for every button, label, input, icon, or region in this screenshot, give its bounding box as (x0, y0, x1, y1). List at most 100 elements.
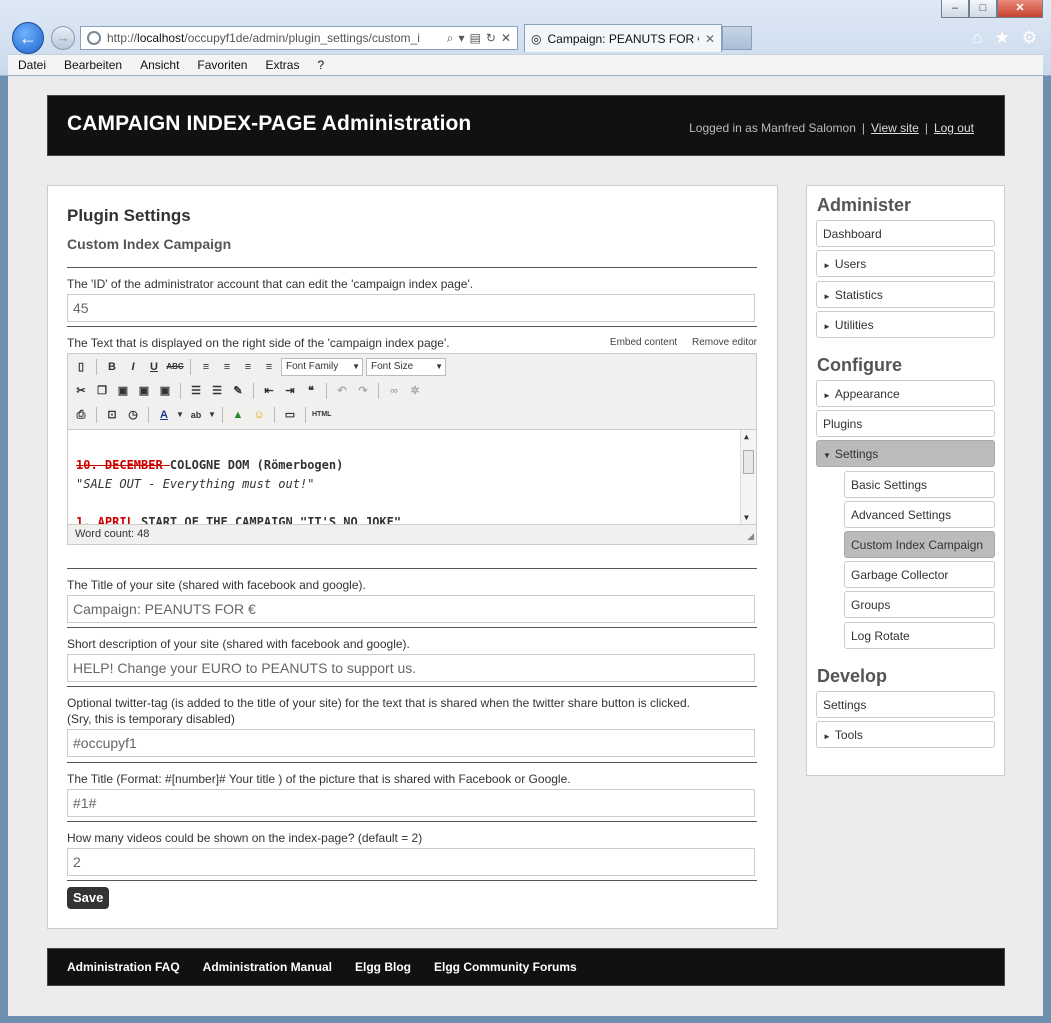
paste-text-icon[interactable]: ▣ (135, 382, 153, 400)
picture-title-input[interactable]: #1# (67, 789, 755, 817)
align-center-icon[interactable]: ≡ (218, 358, 236, 376)
expand-arrow-icon: ► (823, 732, 831, 741)
menu-favoriten[interactable]: Favoriten (187, 58, 255, 72)
view-site-link[interactable]: View site (871, 121, 919, 135)
sidebar-item-groups[interactable]: Groups (844, 591, 995, 618)
link-icon[interactable]: ∞ (385, 382, 403, 400)
editor-content[interactable]: 10. DECEMBER COLOGNE DOM (Römerbogen) "S… (68, 429, 756, 525)
log-out-link[interactable]: Log out (934, 121, 974, 135)
sidebar-item-tools[interactable]: ► Tools (816, 721, 995, 748)
emoticon-icon[interactable]: ☺ (250, 406, 268, 424)
sidebar-item-utilities[interactable]: ► Utilities (816, 311, 995, 338)
sidebar-item-plugins[interactable]: Plugins (816, 410, 995, 437)
resize-handle-icon[interactable]: ◢ (747, 531, 754, 542)
footer-link-admin-faq[interactable]: Administration FAQ (67, 960, 180, 974)
short-description-input[interactable]: HELP! Change your EURO to PEANUTS to sup… (67, 654, 755, 682)
back-button[interactable]: ← (12, 22, 44, 54)
text-color-icon[interactable]: A (155, 406, 173, 424)
editor-date-1: 10. DECEMBER (76, 458, 170, 472)
find-icon[interactable]: ⊡ (103, 406, 121, 424)
favorites-star-icon[interactable]: ★ (995, 28, 1010, 48)
bullet-list-icon[interactable]: ☰ (187, 382, 205, 400)
image-icon[interactable]: ▲ (229, 406, 247, 424)
menu-extras[interactable]: Extras (255, 58, 307, 72)
compat-icon[interactable]: ▤ (470, 31, 481, 46)
html-source-icon[interactable]: HTML (312, 406, 331, 424)
unlink-icon[interactable]: ✲ (406, 382, 424, 400)
new-tab-button[interactable] (722, 26, 752, 50)
paste-icon[interactable]: ▣ (114, 382, 132, 400)
highlight-color-icon[interactable]: ab (187, 406, 205, 424)
sidebar-item-basic-settings[interactable]: Basic Settings (844, 471, 995, 498)
chevron-down-icon[interactable]: ▼ (176, 406, 184, 424)
embed-content-link[interactable]: Embed content (610, 337, 677, 348)
outdent-icon[interactable]: ⇤ (260, 382, 278, 400)
sidebar-item-settings[interactable]: ▼ Settings (816, 440, 995, 467)
undo-icon[interactable]: ↶ (333, 382, 351, 400)
menu-ansicht[interactable]: Ansicht (130, 58, 187, 72)
sidebar-item-custom-index-campaign[interactable]: Custom Index Campaign (844, 531, 995, 558)
indent-icon[interactable]: ⇥ (281, 382, 299, 400)
dropdown-icon[interactable]: ▾ (459, 31, 465, 46)
stop-icon[interactable]: ✕ (501, 31, 511, 46)
sidebar-item-users[interactable]: ► Users (816, 250, 995, 277)
print-icon[interactable]: ⎙ (72, 406, 90, 424)
close-window-button[interactable]: ✕ (997, 0, 1043, 18)
clock-icon[interactable]: ◷ (124, 406, 142, 424)
font-size-select[interactable]: Font Size ▼ (366, 358, 446, 376)
forward-button[interactable]: → (51, 26, 75, 50)
admin-id-label: The 'ID' of the administrator account th… (67, 277, 474, 291)
media-icon[interactable]: ▭ (281, 406, 299, 424)
refresh-icon[interactable]: ↻ (486, 31, 496, 46)
chevron-down-icon[interactable]: ▼ (208, 406, 216, 424)
justify-icon[interactable]: ≡ (260, 358, 278, 376)
footer-link-elgg-blog[interactable]: Elgg Blog (355, 960, 411, 974)
align-left-icon[interactable]: ≡ (197, 358, 215, 376)
font-family-select[interactable]: Font Family ▼ (281, 358, 363, 376)
browser-tab[interactable]: ◎ Campaign: PEANUTS FOR € ✕ (524, 24, 722, 52)
new-document-icon[interactable]: ▯ (72, 358, 90, 376)
page-title: Plugin Settings (67, 206, 191, 225)
footer-link-community-forums[interactable]: Elgg Community Forums (434, 960, 577, 974)
remove-editor-link[interactable]: Remove editor (692, 337, 757, 348)
sidebar-item-garbage-collector[interactable]: Garbage Collector (844, 561, 995, 588)
edit-icon[interactable]: ✎ (229, 382, 247, 400)
admin-id-input[interactable]: 45 (67, 294, 755, 322)
numbered-list-icon[interactable]: ☰ (208, 382, 226, 400)
paste-word-icon[interactable]: ▣ (156, 382, 174, 400)
menu-bearbeiten[interactable]: Bearbeiten (54, 58, 130, 72)
menu-help[interactable]: ? (307, 58, 332, 72)
twitter-tag-input[interactable]: #occupyf1 (67, 729, 755, 757)
sidebar-item-log-rotate[interactable]: Log Rotate (844, 622, 995, 649)
underline-icon[interactable]: U (145, 358, 163, 376)
blockquote-icon[interactable]: ❝ (302, 382, 320, 400)
home-icon[interactable]: ⌂ (972, 28, 982, 48)
search-icon[interactable]: ⌕ (447, 31, 454, 46)
chevron-down-icon: ▼ (435, 362, 443, 371)
cut-icon[interactable]: ✂ (72, 382, 90, 400)
minimize-button[interactable]: – (941, 0, 969, 18)
footer-link-admin-manual[interactable]: Administration Manual (203, 960, 332, 974)
strikethrough-icon[interactable]: ABC (166, 358, 184, 376)
editor-scrollbar[interactable]: ▲ ▼ (740, 430, 756, 524)
bold-icon[interactable]: B (103, 358, 121, 376)
copy-icon[interactable]: ❐ (93, 382, 111, 400)
sidebar-item-dev-settings[interactable]: Settings (816, 691, 995, 718)
editor-event-2: START OF THE CAMPAIGN "IT'S NO JOKE" (133, 515, 402, 525)
videos-count-input[interactable]: 2 (67, 848, 755, 876)
sidebar-item-appearance[interactable]: ► Appearance (816, 380, 995, 407)
sidebar-item-advanced-settings[interactable]: Advanced Settings (844, 501, 995, 528)
address-bar[interactable]: http://localhost/occupyf1de/admin/plugin… (80, 26, 518, 50)
align-right-icon[interactable]: ≡ (239, 358, 257, 376)
sidebar-item-statistics[interactable]: ► Statistics (816, 281, 995, 308)
redo-icon[interactable]: ↷ (354, 382, 372, 400)
italic-icon[interactable]: I (124, 358, 142, 376)
twitter-tag-field: Optional twitter-tag (is added to the ti… (67, 686, 757, 757)
site-title-input[interactable]: Campaign: PEANUTS FOR € (67, 595, 755, 623)
save-button[interactable]: Save (67, 887, 110, 909)
settings-gear-icon[interactable]: ⚙ (1022, 28, 1037, 48)
tab-close-icon[interactable]: ✕ (705, 32, 715, 46)
menu-datei[interactable]: Datei (8, 58, 54, 72)
maximize-button[interactable]: □ (969, 0, 997, 18)
sidebar-item-dashboard[interactable]: Dashboard (816, 220, 995, 247)
